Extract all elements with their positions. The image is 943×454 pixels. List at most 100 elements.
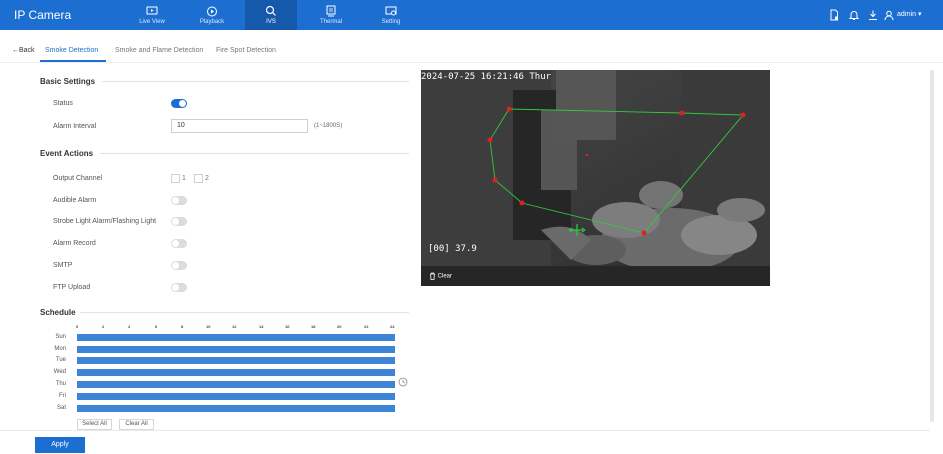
bell-icon[interactable]	[848, 9, 860, 21]
schedule-bar-tue[interactable]	[77, 357, 395, 364]
tab-smoke-and-flame-detection[interactable]: Smoke and Flame Detection	[115, 47, 203, 54]
alarm-interval-label: Alarm Interval	[53, 123, 97, 130]
output-channel-1-checkbox[interactable]	[171, 174, 180, 183]
select-all-button[interactable]: Select All	[77, 419, 112, 430]
smtp-label: SMTP	[53, 262, 73, 269]
osd-temperature: [00] 37.9	[428, 244, 477, 254]
chevron-down-icon: ▾	[918, 11, 922, 18]
day-label-sat: Sat	[56, 405, 66, 411]
day-label-sun: Sun	[55, 334, 66, 340]
hour-label: 14	[259, 324, 264, 329]
hour-label: 18	[311, 324, 316, 329]
hour-label: 4	[128, 324, 131, 329]
toggle-knob	[172, 218, 179, 225]
tab-divider	[0, 62, 943, 63]
output-channel-label: Output Channel	[53, 175, 103, 182]
schedule-bar-sat[interactable]	[77, 405, 395, 412]
video-preview[interactable]: 2024-07-25 16:21:46 Thur [00] 37.9 Clear	[421, 70, 770, 286]
basic-settings-title: Basic Settings	[40, 77, 96, 86]
nav-setting-label: Setting	[381, 19, 401, 25]
apply-button[interactable]: Apply	[35, 437, 85, 453]
tab-smoke-detection[interactable]: Smoke Detection	[45, 47, 98, 54]
nav-setting[interactable]: Setting	[365, 0, 417, 30]
video-toolbar	[421, 266, 770, 286]
toggle-knob	[179, 100, 186, 107]
schedule-bar-thu[interactable]	[77, 381, 395, 388]
clear-all-button[interactable]: Clear All	[119, 419, 154, 430]
hour-label: 22	[364, 324, 369, 329]
output-channel-2-label: 2	[205, 175, 209, 182]
schedule-title: Schedule	[40, 308, 76, 317]
page-scrollbar[interactable]	[930, 70, 934, 422]
nav-live-view-label: Live View	[139, 19, 165, 25]
back-link[interactable]: ←Back	[12, 47, 35, 54]
playback-icon	[207, 6, 217, 17]
nav-live-view[interactable]: Live View	[126, 0, 178, 30]
alarm-interval-input[interactable]: 10	[171, 119, 308, 133]
output-channel-2-checkbox[interactable]	[194, 174, 203, 183]
osd-timestamp: 2024-07-25 16:21:46 Thur	[421, 72, 552, 82]
strobe-light-label: Strobe Light Alarm/Flashing Light	[53, 218, 157, 225]
setting-icon	[385, 6, 397, 16]
status-label: Status	[53, 100, 73, 107]
user-menu[interactable]: admin ▾	[897, 10, 922, 18]
strobe-light-toggle[interactable]	[171, 217, 187, 226]
download-icon[interactable]	[867, 9, 879, 21]
hour-label: 24	[390, 324, 395, 329]
nav-thermal[interactable]: Thermal	[305, 0, 357, 30]
event-actions-title: Event Actions	[40, 149, 94, 158]
hour-label: 2	[102, 324, 105, 329]
section-divider	[80, 312, 409, 313]
document-icon[interactable]	[828, 9, 840, 21]
clear-region-button[interactable]: Clear	[429, 272, 452, 280]
footer-divider	[0, 430, 930, 431]
hour-label: 10	[206, 324, 211, 329]
nav-ivs[interactable]: IVS	[245, 0, 297, 30]
output-channel-1-label: 1	[182, 175, 186, 182]
day-label-thu: Thu	[55, 381, 66, 387]
nav-playback-label: Playback	[199, 19, 225, 25]
alarm-record-label: Alarm Record	[53, 240, 96, 247]
hour-label: 6	[155, 324, 158, 329]
thermal-icon	[326, 5, 336, 17]
clock-icon[interactable]	[398, 377, 408, 387]
schedule-bar-sun[interactable]	[77, 334, 395, 341]
nav-ivs-label: IVS	[266, 19, 276, 25]
hour-label: 8	[181, 324, 184, 329]
app-title: IP Camera	[14, 8, 72, 22]
thermal-scene	[421, 70, 770, 266]
ivs-icon	[265, 5, 276, 16]
ftp-upload-toggle[interactable]	[171, 283, 187, 292]
nav-thermal-label: Thermal	[319, 19, 342, 25]
toggle-knob	[172, 262, 179, 269]
hour-label: 16	[285, 324, 290, 329]
trash-icon	[430, 272, 435, 280]
nav-playback[interactable]: Playback	[186, 0, 238, 30]
user-name: admin	[897, 11, 917, 18]
toggle-knob	[172, 197, 179, 204]
audible-alarm-label: Audible Alarm	[53, 197, 97, 204]
user-icon	[884, 10, 894, 21]
audible-alarm-toggle[interactable]	[171, 196, 187, 205]
top-nav-bar: IP Camera Live View Playback IVS Thermal…	[0, 0, 943, 30]
day-label-wed: Wed	[53, 369, 66, 375]
day-label-fri: Fri	[59, 393, 66, 399]
smtp-toggle[interactable]	[171, 261, 187, 270]
schedule-bar-fri[interactable]	[77, 393, 395, 400]
hour-label: 12	[232, 324, 237, 329]
section-divider	[102, 81, 409, 82]
back-label: Back	[19, 47, 35, 54]
hour-label: 0	[76, 324, 79, 329]
tab-fire-spot-detection[interactable]: Fire Spot Detection	[216, 47, 276, 54]
hour-label: 20	[337, 324, 342, 329]
schedule-bar-wed[interactable]	[77, 369, 395, 376]
schedule-bar-mon[interactable]	[77, 346, 395, 353]
toggle-knob	[172, 284, 179, 291]
alarm-interval-hint: (1~1800S)	[314, 123, 343, 129]
day-label-mon: Mon	[54, 346, 66, 352]
status-toggle[interactable]	[171, 99, 187, 108]
alarm-record-toggle[interactable]	[171, 239, 187, 248]
back-arrow-icon: ←	[12, 47, 19, 54]
live-view-icon	[146, 6, 158, 15]
section-divider	[100, 153, 409, 154]
